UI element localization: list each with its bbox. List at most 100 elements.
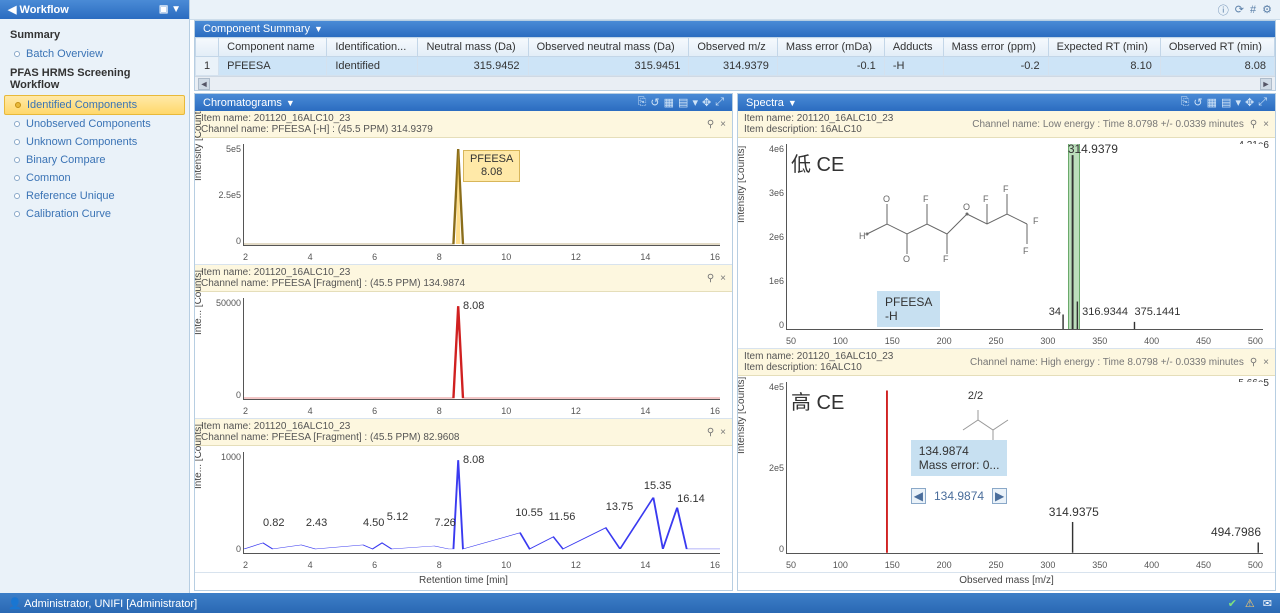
spec1-chart[interactable]: 4.21e6 Intensity [Counts] 01e62e63e64e6 — [738, 138, 1275, 349]
tool-options-icon[interactable]: ▾ — [1235, 96, 1241, 109]
sidebar-item-unobserved-components[interactable]: Unobserved Components — [4, 115, 185, 133]
col-observed-neutral-mass[interactable]: Observed neutral mass (Da) — [528, 38, 689, 57]
status-user: Administrator, UNIFI [Administrator] — [24, 598, 197, 610]
col-component-name[interactable]: Component name — [219, 38, 327, 57]
sidebar-item-calibration-curve[interactable]: Calibration Curve — [4, 205, 185, 223]
chrom3-channel: Channel name: PFEESA [Fragment] : (45.5 … — [201, 432, 459, 443]
chrom1-info: Item name: 201120_16ALC10_23 Channel nam… — [195, 111, 732, 138]
sidebar-item-common[interactable]: Common — [4, 169, 185, 187]
spec1-item: Item name: 201120_16ALC10_23 — [744, 113, 893, 124]
spec2-pager: 2/2 — [968, 390, 983, 402]
sidebar-item-identified-components[interactable]: Identified Components — [4, 95, 185, 115]
col-adducts[interactable]: Adducts — [884, 38, 943, 57]
close-icon[interactable]: × — [1263, 357, 1269, 368]
pin-icon[interactable]: ⚲ — [707, 427, 714, 438]
close-icon[interactable]: × — [720, 273, 726, 284]
spec2-item: Item name: 201120_16ALC10_23 — [744, 351, 893, 362]
nav-next-icon[interactable]: ▶ — [992, 488, 1007, 504]
tool-layout-icon[interactable]: ▦ — [1207, 96, 1217, 109]
spec2-chart[interactable]: 5.66e5 Intensity [Counts] 02e54e5 — [738, 376, 1275, 573]
svg-text:F: F — [1023, 246, 1029, 256]
cell-adducts: -H — [884, 57, 943, 76]
sidebar-group-workflow: PFAS HRMS Screening Workflow — [4, 63, 185, 95]
sidebar-collapse-icon[interactable]: ▣ ▼ — [159, 4, 181, 15]
svg-text:F: F — [943, 254, 949, 264]
cell-identification: Identified — [327, 57, 418, 76]
col-observed-rt[interactable]: Observed RT (min) — [1160, 38, 1274, 57]
chrom3-item: Item name: 201120_16ALC10_23 — [201, 421, 459, 432]
scroll-right-icon[interactable]: ► — [1260, 78, 1272, 90]
spec2-frag-box: 134.9874 Mass error: 0... — [911, 440, 1008, 476]
chrom1-chart[interactable]: Intensity [Counts] 0 2.5e5 5e5 — [195, 138, 732, 265]
nav-prev-icon[interactable]: ◀ — [911, 488, 926, 504]
cell-observed-mz: 314.9379 — [689, 57, 778, 76]
spec2-nav[interactable]: ◀ 134.9874 ▶ — [911, 488, 1008, 504]
col-mass-error-ppm[interactable]: Mass error (ppm) — [943, 38, 1048, 57]
tool-chart-icon[interactable]: ▤ — [1221, 96, 1231, 109]
tool-back-icon[interactable]: ↺ — [650, 96, 659, 109]
sidebar-group-summary: Summary — [4, 25, 185, 45]
grid-icon[interactable]: # — [1250, 4, 1256, 16]
chevron-down-icon[interactable]: ▼ — [788, 98, 797, 108]
close-icon[interactable]: × — [720, 119, 726, 130]
pin-icon[interactable]: ⚲ — [707, 273, 714, 284]
close-icon[interactable]: × — [1263, 119, 1269, 130]
chrom-x-axis-title: Retention time [min] — [195, 573, 732, 590]
sidebar-item-reference-unique[interactable]: Reference Unique — [4, 187, 185, 205]
chrom3-chart[interactable]: Inte... [Counts] 0 1000 8.08 0.82 — [195, 446, 732, 573]
col-expected-rt[interactable]: Expected RT (min) — [1048, 38, 1160, 57]
spec1-ce-label: 低 CE — [791, 148, 844, 177]
spec2-desc: Item description: 16ALC10 — [744, 362, 893, 373]
status-bar: 👤 Administrator, UNIFI [Administrator] ✔… — [0, 593, 1280, 613]
info-icon[interactable]: ⓘ — [1218, 2, 1229, 18]
tool-copy-icon[interactable]: ⎘ — [638, 96, 647, 109]
status-warn-icon[interactable]: ⚠ — [1245, 597, 1255, 610]
sidebar-item-batch-overview[interactable]: Batch Overview — [4, 45, 185, 63]
spectra-x-axis-title: Observed mass [m/z] — [738, 573, 1275, 590]
status-ok-icon[interactable]: ✔ — [1228, 597, 1237, 610]
col-mass-error-mda[interactable]: Mass error (mDa) — [777, 38, 884, 57]
pin-icon[interactable]: ⚲ — [707, 119, 714, 130]
table-hscroll[interactable]: ◄ ► — [195, 76, 1275, 90]
status-mail-icon[interactable]: ✉ — [1263, 597, 1272, 610]
pin-icon[interactable]: ⚲ — [1250, 357, 1257, 368]
table-row[interactable]: 1 PFEESA Identified 315.9452 315.9451 31… — [196, 57, 1275, 76]
spec1-main-peak: 314.9379 — [1068, 142, 1118, 156]
spec1-channel: Channel name: Low energy : Time 8.0798 +… — [972, 119, 1244, 130]
chevron-down-icon[interactable]: ▼ — [314, 24, 323, 34]
sync-icon[interactable]: ⟳ — [1235, 3, 1244, 16]
pin-icon[interactable]: ⚲ — [1250, 119, 1257, 130]
col-neutral-mass[interactable]: Neutral mass (Da) — [418, 38, 528, 57]
cell-observed-rt: 8.08 — [1160, 57, 1274, 76]
col-observed-mz[interactable]: Observed m/z — [689, 38, 778, 57]
tool-move-icon[interactable]: ✥ — [1245, 96, 1254, 109]
molecule-structure: HOO FFO FFF F — [847, 164, 1057, 274]
spec1-info-box: PFEESA -H — [877, 291, 940, 327]
chrom2-item: Item name: 201120_16ALC10_23 — [201, 267, 465, 278]
spec2-peak-right: 314.9375 — [1049, 505, 1099, 519]
sidebar-header[interactable]: ◀ Workflow ▣ ▼ — [0, 0, 189, 19]
tool-expand-icon[interactable]: ⤢ — [715, 96, 724, 109]
tool-chart-icon[interactable]: ▤ — [678, 96, 688, 109]
spec2-peak-far: 494.7986 — [1211, 525, 1261, 539]
tool-copy-icon[interactable]: ⎘ — [1181, 96, 1190, 109]
sidebar-item-unknown-components[interactable]: Unknown Components — [4, 133, 185, 151]
tool-move-icon[interactable]: ✥ — [702, 96, 711, 109]
cell-mass-error-ppm: -0.2 — [943, 57, 1048, 76]
chevron-down-icon[interactable]: ▼ — [286, 98, 295, 108]
tool-expand-icon[interactable]: ⤢ — [1258, 96, 1267, 109]
chrom2-channel: Channel name: PFEESA [Fragment] : (45.5 … — [201, 278, 465, 289]
tool-layout-icon[interactable]: ▦ — [664, 96, 674, 109]
sidebar-title: Workflow — [20, 4, 69, 16]
row-num-header[interactable] — [196, 38, 219, 57]
chrom3-info: Item name: 201120_16ALC10_23 Channel nam… — [195, 419, 732, 446]
spec2-info: Item name: 201120_16ALC10_23 Item descri… — [738, 349, 1275, 376]
chrom2-chart[interactable]: Inte... [Counts] 0 50000 8.08 — [195, 292, 732, 419]
tool-back-icon[interactable]: ↺ — [1193, 96, 1202, 109]
sidebar-item-binary-compare[interactable]: Binary Compare — [4, 151, 185, 169]
scroll-left-icon[interactable]: ◄ — [198, 78, 210, 90]
col-identification[interactable]: Identification... — [327, 38, 418, 57]
close-icon[interactable]: × — [720, 427, 726, 438]
settings-icon[interactable]: ⚙ — [1262, 3, 1272, 16]
tool-options-icon[interactable]: ▾ — [692, 96, 698, 109]
